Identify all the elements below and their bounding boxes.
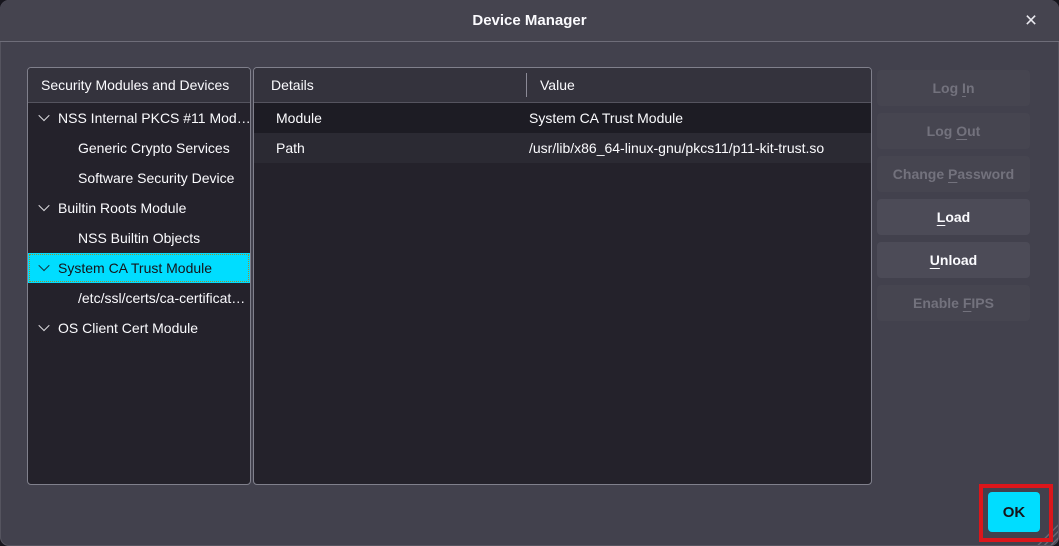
tree-item-os-client-cert-module[interactable]: OS Client Cert Module [28, 313, 250, 343]
tree-item-nss-internal-pkcs11-module[interactable]: NSS Internal PKCS #11 Mod… [28, 103, 250, 133]
ok-button[interactable]: OK [988, 492, 1040, 532]
dialog-title: Device Manager [0, 0, 1059, 42]
action-button-column: Log In Log Out Change Password Load Unlo… [877, 70, 1030, 328]
tree-item-label: /etc/ssl/certs/ca-certificat… [78, 290, 245, 306]
detail-value: System CA Trust Module [529, 103, 683, 133]
change-password-button[interactable]: Change Password [877, 156, 1030, 192]
tree-item-software-security-device[interactable]: Software Security Device [28, 163, 250, 193]
close-icon: × [1025, 9, 1037, 32]
column-divider [526, 73, 527, 97]
chevron-down-icon [38, 259, 49, 270]
log-in-button[interactable]: Log In [877, 70, 1030, 106]
device-manager-dialog: Device Manager × Security Modules and De… [0, 0, 1059, 546]
detail-field: Path [254, 140, 305, 156]
details-table-header: Details Value [254, 68, 871, 103]
tree-item-label: System CA Trust Module [58, 260, 212, 276]
load-button[interactable]: Load [877, 199, 1030, 235]
detail-value: /usr/lib/x86_64-linux-gnu/pkcs11/p11-kit… [529, 133, 824, 163]
tree-item-system-ca-trust-module[interactable]: System CA Trust Module [28, 253, 250, 283]
tree-item-label: NSS Internal PKCS #11 Mod… [58, 110, 250, 126]
tree-item-nss-builtin-objects[interactable]: NSS Builtin Objects [28, 223, 250, 253]
chevron-down-icon [38, 319, 49, 330]
security-modules-panel: Security Modules and Devices NSS Interna… [27, 67, 251, 485]
tree-item-generic-crypto-services[interactable]: Generic Crypto Services [28, 133, 250, 163]
unload-button[interactable]: Unload [877, 242, 1030, 278]
value-column-header[interactable]: Value [540, 68, 575, 102]
tree-item-label: Generic Crypto Services [78, 140, 230, 156]
tree-item-label: NSS Builtin Objects [78, 230, 200, 246]
enable-fips-button[interactable]: Enable FIPS [877, 285, 1030, 321]
close-button[interactable]: × [1017, 7, 1045, 35]
tree-item-builtin-roots-module[interactable]: Builtin Roots Module [28, 193, 250, 223]
chevron-down-icon [38, 199, 49, 210]
table-row-path[interactable]: Path /usr/lib/x86_64-linux-gnu/pkcs11/p1… [254, 133, 871, 163]
tree-item-label: Builtin Roots Module [58, 200, 186, 216]
tree-item-label: Software Security Device [78, 170, 234, 186]
tree-item-label: OS Client Cert Module [58, 320, 198, 336]
table-row-module[interactable]: Module System CA Trust Module [254, 103, 871, 133]
modules-column-header[interactable]: Security Modules and Devices [28, 68, 250, 103]
log-out-button[interactable]: Log Out [877, 113, 1030, 149]
detail-field: Module [254, 110, 322, 126]
tree-item-etc-ssl-certs[interactable]: /etc/ssl/certs/ca-certificat… [28, 283, 250, 313]
title-bar[interactable]: Device Manager × [0, 0, 1059, 42]
details-panel: Details Value Module System CA Trust Mod… [253, 67, 872, 485]
details-column-header[interactable]: Details [271, 77, 314, 93]
chevron-down-icon [38, 109, 49, 120]
